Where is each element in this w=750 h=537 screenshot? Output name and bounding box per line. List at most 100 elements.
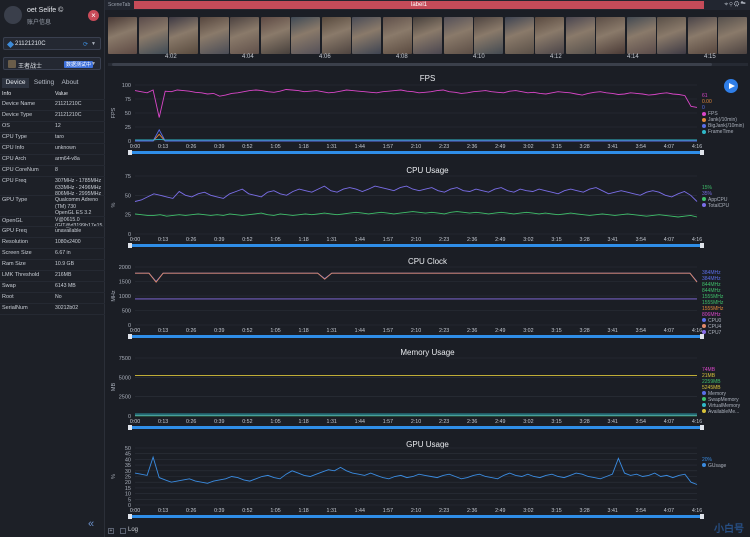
x-tick-label: 2:49 bbox=[495, 508, 505, 514]
slider-handle-right[interactable] bbox=[700, 243, 704, 248]
x-tick-label: 2:49 bbox=[495, 328, 505, 334]
log-checkbox[interactable] bbox=[120, 528, 126, 534]
time-range-slider[interactable] bbox=[130, 151, 702, 154]
log-label: Log bbox=[128, 527, 139, 533]
scene-tab-label1[interactable]: label1 bbox=[134, 1, 704, 9]
info-value: 21121210C bbox=[55, 112, 82, 118]
legend-item[interactable]: FrameTime bbox=[702, 129, 744, 135]
filmstrip-frame[interactable] bbox=[321, 17, 351, 54]
time-range-slider[interactable] bbox=[130, 335, 702, 338]
chart-panel-memory-usage: Memory Usage 0 2500 5000 7500 MB 0:00 0:13 0:26 0… bbox=[105, 344, 750, 434]
time-range-slider[interactable] bbox=[130, 426, 702, 429]
screenshot-filmstrip[interactable] bbox=[108, 17, 748, 54]
slider-handle-left[interactable] bbox=[128, 243, 132, 248]
filmstrip-frame[interactable] bbox=[382, 17, 412, 54]
x-tick-label: 1:57 bbox=[383, 144, 393, 150]
add-button[interactable]: + bbox=[108, 528, 114, 534]
x-tick-label: 4:16 bbox=[692, 144, 702, 150]
filmstrip-frame[interactable] bbox=[474, 17, 503, 54]
close-icon[interactable]: × bbox=[88, 10, 99, 21]
x-tick-label: 3:41 bbox=[608, 328, 618, 334]
readout-value: 1555MHz bbox=[702, 293, 724, 300]
y-tick-label: 20 bbox=[125, 480, 131, 486]
x-tick-label: 0:39 bbox=[214, 237, 224, 243]
slider-handle-right[interactable] bbox=[700, 514, 704, 519]
time-range-slider[interactable] bbox=[130, 244, 702, 247]
slider-handle-left[interactable] bbox=[128, 150, 132, 155]
filmstrip-frame[interactable] bbox=[260, 17, 290, 54]
y-tick-label: 25 bbox=[125, 125, 131, 131]
legend-item[interactable]: GUsage bbox=[702, 463, 726, 469]
series-line-1[interactable] bbox=[135, 272, 698, 283]
series-line-1[interactable] bbox=[134, 185, 698, 202]
legend-item[interactable]: AvailableMe... bbox=[702, 409, 740, 415]
bottom-bar: + Log 小白号 bbox=[105, 524, 750, 537]
legend-swatch bbox=[702, 391, 706, 396]
y-tick-label: 45 bbox=[125, 452, 131, 458]
table-row: Device Type 21121210C bbox=[0, 111, 105, 122]
time-range-slider[interactable] bbox=[130, 515, 702, 518]
filmstrip-frame[interactable] bbox=[565, 17, 595, 54]
avatar[interactable] bbox=[4, 6, 22, 24]
device-select[interactable]: 21121210C ⟳ ▼ bbox=[3, 37, 101, 50]
x-tick-label: 4:16 bbox=[692, 419, 702, 425]
x-tick-label: 4:07 bbox=[664, 328, 674, 334]
slider-handle-right[interactable] bbox=[700, 425, 704, 430]
filmstrip-frame[interactable] bbox=[443, 17, 473, 54]
info-key: CPU Arch bbox=[2, 156, 27, 162]
legend-swatch bbox=[702, 397, 706, 402]
refresh-icon[interactable]: ⟳ bbox=[83, 41, 88, 48]
filmstrip-frame[interactable] bbox=[291, 17, 320, 54]
filmstrip-frame[interactable] bbox=[169, 17, 198, 54]
x-tick-label: 4:16 bbox=[692, 508, 702, 514]
filmstrip-frame[interactable] bbox=[230, 17, 259, 54]
table-header: Info Value bbox=[0, 90, 105, 100]
chart-svg[interactable]: 05101520253035404550%0:00 0:13 0:26 0:39 0:5… bbox=[105, 436, 750, 528]
scrollbar-thumb[interactable] bbox=[112, 63, 712, 66]
series-line-0[interactable] bbox=[134, 211, 698, 218]
x-tick-label: 2:23 bbox=[439, 508, 449, 514]
toolbar-icons[interactable]: ⌖⚲⚙☁ bbox=[724, 1, 747, 9]
series-line-2[interactable] bbox=[135, 128, 697, 142]
filmstrip-frame[interactable] bbox=[535, 17, 564, 54]
legend-item[interactable]: TotalCPU bbox=[702, 203, 729, 209]
chart-svg[interactable]: 0255075100FPS0:00 0:13 0:26 0:39 0:52 1:05 1:1… bbox=[105, 70, 750, 162]
user-tag[interactable]: 账户信息 bbox=[27, 17, 51, 26]
legend-label: FrameTime bbox=[708, 129, 734, 136]
x-tick-label: 0:39 bbox=[214, 419, 224, 425]
slider-handle-left[interactable] bbox=[128, 334, 132, 339]
slider-handle-left[interactable] bbox=[128, 514, 132, 519]
filmstrip-frame[interactable] bbox=[504, 17, 534, 54]
filmstrip-frame[interactable] bbox=[687, 17, 717, 54]
filmstrip-scrollbar[interactable] bbox=[108, 63, 748, 66]
series-line-3[interactable] bbox=[135, 138, 697, 141]
tab-device[interactable]: Device bbox=[2, 78, 29, 88]
info-value: 8 bbox=[55, 167, 58, 173]
cloud-icon[interactable]: ☁ bbox=[740, 1, 747, 8]
series-line-0[interactable] bbox=[134, 89, 698, 118]
filmstrip-frame[interactable] bbox=[596, 17, 625, 54]
chart-svg[interactable]: 0255075%0:00 0:13 0:26 0:39 0:52 1:05 1:18 1:31… bbox=[105, 162, 750, 254]
filmstrip-frame[interactable] bbox=[199, 17, 229, 54]
filmstrip-frame[interactable] bbox=[138, 17, 168, 54]
filmstrip-frame[interactable] bbox=[718, 17, 747, 54]
collapse-sidebar-icon[interactable]: « bbox=[88, 518, 94, 530]
tab-setting[interactable]: Setting bbox=[31, 78, 57, 88]
legend-item[interactable]: CPU7 bbox=[702, 330, 723, 336]
info-value: 12 bbox=[55, 123, 61, 129]
series-line-0[interactable] bbox=[135, 272, 698, 283]
x-tick-label: 3:15 bbox=[551, 144, 561, 150]
legend-label: CPU7 bbox=[708, 329, 722, 336]
chart-svg[interactable]: 0250050007500MB0:00 0:13 0:26 0:39 0:52 1:05 1… bbox=[105, 344, 750, 436]
slider-handle-right[interactable] bbox=[700, 150, 704, 155]
filmstrip-frame[interactable] bbox=[352, 17, 381, 54]
y-tick-label: 75 bbox=[125, 174, 131, 180]
tab-about[interactable]: About bbox=[58, 78, 82, 88]
filmstrip-frame[interactable] bbox=[657, 17, 686, 54]
slider-handle-left[interactable] bbox=[128, 425, 132, 430]
chart-svg[interactable]: 0500100015002000MHz0:00 0:13 0:26 0:39 0:52 1… bbox=[105, 253, 750, 345]
filmstrip-frame[interactable] bbox=[108, 17, 137, 54]
filmstrip-frame[interactable] bbox=[413, 17, 442, 54]
filmstrip-frame[interactable] bbox=[626, 17, 656, 54]
app-select[interactable]: 王者战士 数据测试中 ▼ bbox=[3, 57, 101, 70]
